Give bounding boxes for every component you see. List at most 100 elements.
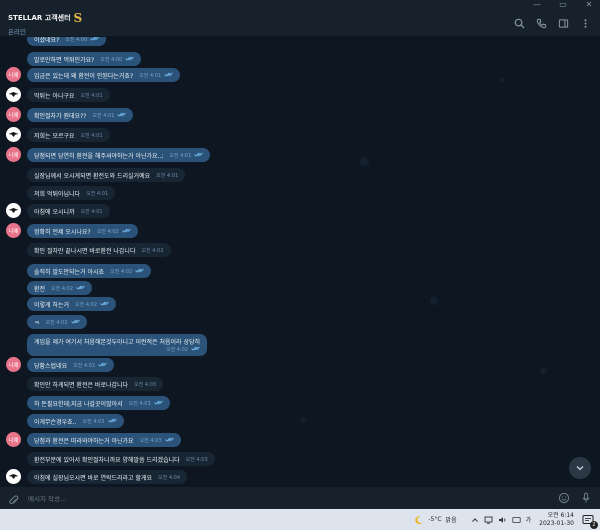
message-row: 환전부분에 있어서 확인절차니까요 양해말씀 드리겠습니다 오전 4:03 [6, 451, 215, 466]
outgoing-message-bubble[interactable]: 입금은 있는데 왜 환전이 안된다는거죠? 오전 4:01 [27, 68, 181, 82]
outgoing-message-bubble[interactable]: 하 돈필요한데;지금 나갈곳이많아서 오전 4:03 [27, 396, 170, 410]
more-icon[interactable] [578, 16, 592, 30]
message-text: 저희 먹튀아닙니다 [34, 190, 81, 198]
message-row: 이셨네요? 오전 4:00 [6, 37, 107, 46]
double-check-icon [125, 56, 135, 63]
outgoing-message-bubble[interactable]: 당첨과 환전은 따라와야하는거 아닌가요 오전 4:03 [27, 433, 181, 447]
message-meta: 오전 4:02 [97, 228, 131, 235]
double-check-icon [153, 400, 163, 407]
sidebar-toggle-icon[interactable] [556, 16, 570, 30]
user-avatar[interactable]: 니예 [6, 223, 21, 238]
chat-header[interactable]: STELLAR 고객센터 S 온라인 [0, 10, 600, 37]
user-avatar[interactable]: 니예 [6, 147, 21, 162]
incoming-message-bubble[interactable]: 확인만 하게되면 환전은 바로나갑니다 오전 4:03 [27, 377, 164, 391]
chevron-up-icon[interactable] [471, 516, 479, 524]
weather-widget[interactable]: -5°C 맑음 [414, 515, 457, 525]
message-time: 오전 4:01 [86, 190, 109, 197]
phone-icon[interactable] [534, 16, 548, 30]
volume-icon[interactable] [498, 516, 507, 524]
incoming-message-bubble[interactable]: 먹튀는 아니구요 오전 4:01 [27, 88, 110, 102]
chat-title: STELLAR 고객센터 S [8, 11, 83, 25]
network-icon[interactable] [484, 516, 493, 524]
user-avatar[interactable]: 니예 [6, 357, 21, 372]
notification-button[interactable]: 2 [582, 514, 598, 529]
emoji-icon[interactable] [558, 489, 570, 508]
outgoing-message-bubble[interactable]: 이셨네요? 오전 4:00 [27, 37, 107, 46]
message-list[interactable]: 이셨네요? 오전 4:00 말로만하면 먹튀인가요? 오전 4:00 니예 입금은 있는데… [0, 37, 600, 487]
ime-indicator[interactable]: 가 [526, 515, 532, 524]
chat-status: 온라인 [8, 28, 26, 36]
user-avatar[interactable]: 니예 [6, 107, 21, 122]
message-meta: 오전 4:02 [141, 247, 163, 254]
message-meta: 오전 4:01 [169, 152, 204, 159]
bird-avatar-icon[interactable] [6, 87, 21, 102]
minimize-button[interactable]: — [532, 0, 542, 10]
system-tray: 가 [471, 515, 532, 524]
microphone-icon[interactable] [580, 489, 592, 508]
outgoing-message-bubble[interactable]: 당황스럽네요 오전 4:02 [27, 358, 115, 372]
scroll-down-button[interactable] [569, 457, 591, 479]
outgoing-message-bubble[interactable]: 확인절차가 뭔데요?? 오전 4:01 [27, 108, 134, 122]
message-time: 오전 4:00 [65, 37, 88, 43]
message-meta: 오전 4:03 [134, 381, 156, 388]
user-avatar[interactable]: 니예 [6, 432, 21, 447]
message-meta: 오전 4:02 [73, 362, 107, 369]
avatar-spacer [6, 280, 21, 295]
double-check-icon [107, 418, 117, 425]
message-row: 확인 절차만 끝나시면 바로환전 나갑니다 오전 4:02 [6, 242, 171, 257]
incoming-message-bubble[interactable]: 실장님께서 오시게되면 환전도와 드리실거예요 오전 4:01 [27, 168, 186, 182]
avatar-spacer [6, 451, 21, 466]
message-row: 저희는 모르구요 오전 4:01 [6, 127, 110, 142]
chat-title-mark: S [73, 11, 83, 25]
close-button[interactable]: ✕ [584, 0, 594, 10]
message-meta: 오전 4:01 [156, 172, 178, 179]
keyboard-icon[interactable] [511, 516, 521, 524]
message-meta: 오전 4:00 [65, 37, 99, 43]
user-avatar[interactable]: 니예 [6, 67, 21, 82]
message-row: 게임을 제가 여기서 처음해본것두아니고 이런적은 처음이라 상당히 오전 4:0… [6, 334, 208, 356]
message-time: 오전 4:01 [80, 208, 103, 215]
message-time: 오전 4:01 [80, 132, 103, 139]
incoming-message-bubble[interactable]: 확인 절차만 끝나시면 바로환전 나갑니다 오전 4:02 [27, 243, 171, 257]
message-text: 당첨과 환전은 따라와야하는거 아닌가요 [34, 437, 134, 445]
outgoing-message-bubble[interactable]: ㅋ 오전 4:02 [27, 315, 87, 329]
outgoing-message-bubble[interactable]: 환전 오전 4:02 [27, 281, 93, 295]
outgoing-message-bubble[interactable]: 솔직히 말도안되는거 아시죠 오전 4:02 [27, 264, 152, 278]
double-check-icon [70, 319, 80, 326]
message-time: 오전 4:02 [45, 319, 68, 326]
outgoing-message-bubble[interactable]: 당첨되면 당연히 환전을 해주셔야하는거 아닌가요..; 오전 4:01 [27, 148, 211, 162]
maximize-button[interactable]: ▭ [558, 0, 568, 10]
avatar-spacer [6, 395, 21, 410]
outgoing-message-bubble[interactable]: 이렇게 하는거 오전 4:02 [27, 297, 117, 311]
message-row: 니예 정확히 언제 오시나요? 오전 4:02 [6, 223, 138, 238]
double-check-icon [90, 37, 99, 43]
message-time: 오전 4:02 [75, 301, 98, 308]
avatar-spacer [6, 376, 21, 391]
incoming-message-bubble[interactable]: 아침에 오시니까 오전 4:01 [27, 204, 110, 218]
bird-avatar-icon[interactable] [6, 127, 21, 142]
message-text: 확인만 하게되면 환전은 바로나갑니다 [34, 381, 129, 389]
incoming-message-bubble[interactable]: 환전부분에 있어서 확인절차니까요 양해말씀 드리겠습니다 오전 4:03 [27, 452, 215, 466]
message-time: 오전 4:02 [51, 285, 74, 292]
message-row: 이게무슨경우죠.. 오전 4:03 [6, 413, 124, 428]
avatar-spacer [6, 37, 21, 46]
message-time: 오전 4:01 [169, 152, 192, 159]
outgoing-message-bubble[interactable]: 이게무슨경우죠.. 오전 4:03 [27, 414, 124, 428]
search-icon[interactable] [512, 16, 526, 30]
message-time: 오전 4:03 [139, 437, 162, 444]
bird-avatar-icon[interactable] [6, 469, 21, 484]
chevron-down-icon [576, 466, 584, 471]
message-input[interactable]: 메시지 작성... [28, 493, 558, 503]
outgoing-message-bubble[interactable]: 게임을 제가 여기서 처음해본것두아니고 이런적은 처음이라 상당히 오전 4:0… [27, 334, 208, 356]
incoming-message-bubble[interactable]: 저희는 모르구요 오전 4:01 [27, 128, 110, 142]
incoming-message-bubble[interactable]: 아침에 실장님오시면 바로 연락드리라고 할게요 오전 4:04 [27, 470, 188, 484]
outgoing-message-bubble[interactable]: 말로만하면 먹튀인가요? 오전 4:00 [27, 52, 142, 66]
clock[interactable]: 오전 6:14 2023-01-30 [539, 512, 574, 528]
outgoing-message-bubble[interactable]: 정확히 언제 오시나요? 오전 4:02 [27, 224, 138, 238]
incoming-message-bubble[interactable]: 저희 먹튀아닙니다 오전 4:01 [27, 186, 116, 200]
message-text: 환전부분에 있어서 확인절차니까요 양해말씀 드리겠습니다 [34, 456, 180, 464]
attach-icon[interactable] [8, 492, 20, 505]
message-meta: 오전 4:02 [110, 268, 144, 275]
header-actions [512, 16, 592, 30]
bird-avatar-icon[interactable] [6, 203, 21, 218]
